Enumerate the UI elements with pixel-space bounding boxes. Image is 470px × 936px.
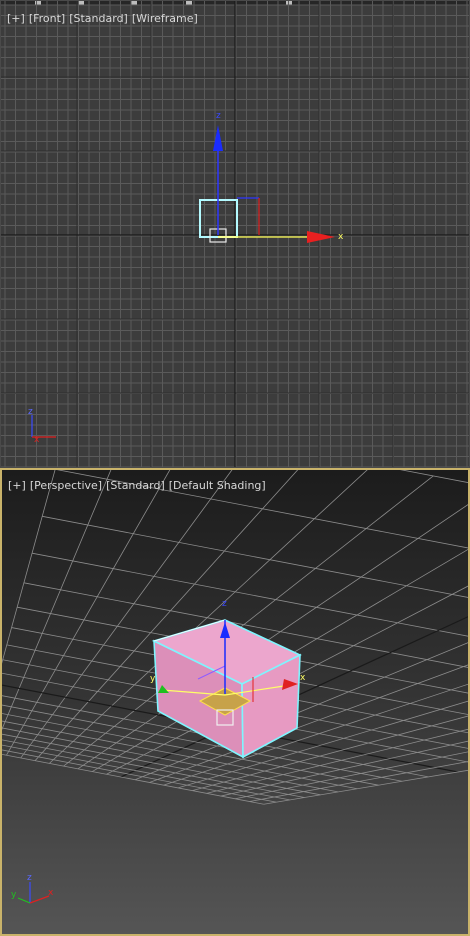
perspective-viewport[interactable]: z x y z x y [+] [Perspective] [Standard] [D… — [0, 468, 470, 936]
gizmo-x-label: x — [300, 673, 306, 683]
viewport-shading-menu[interactable]: [Wireframe] — [132, 12, 198, 25]
viewport-shading-menu[interactable]: [Default Shading] — [169, 479, 266, 492]
viewport-point-of-view-menu[interactable]: [Perspective] — [30, 479, 102, 492]
persp-tripod-z-label: z — [27, 873, 32, 883]
persp-tripod-x — [29, 895, 50, 904]
viewport-standard-menu[interactable]: [Standard] — [69, 12, 128, 25]
viewport-menu-plus[interactable]: [+] — [8, 479, 26, 492]
gizmo-y-label: y — [150, 674, 156, 684]
front-gizmo-x-label: x — [338, 232, 344, 242]
perspective-viewport-label: [+] [Perspective] [Standard] [Default Shadi… — [8, 479, 270, 492]
persp-tripod-y — [17, 897, 31, 904]
viewport-point-of-view-menu[interactable]: [Front] — [29, 12, 65, 25]
viewport-standard-menu[interactable]: [Standard] — [106, 479, 165, 492]
gizmo-z-label: z — [222, 599, 227, 609]
viewport-menu-plus[interactable]: [+] — [7, 12, 25, 25]
front-grid-canvas: z x z x — [1, 1, 469, 467]
persp-tripod-y-label: y — [11, 890, 17, 900]
front-tripod-x-label: x — [34, 435, 40, 445]
front-viewport[interactable]: z x z x [+] [Front] [Standard] [Wireframe] — [0, 0, 470, 468]
persp-tripod-x-label: x — [48, 888, 54, 898]
front-gizmo-z-label: z — [216, 111, 221, 121]
front-viewport-label: [+] [Front] [Standard] [Wireframe] — [7, 12, 202, 25]
perspective-canvas: z x y z x y — [2, 470, 468, 904]
front-tripod-z-label: z — [28, 407, 33, 417]
